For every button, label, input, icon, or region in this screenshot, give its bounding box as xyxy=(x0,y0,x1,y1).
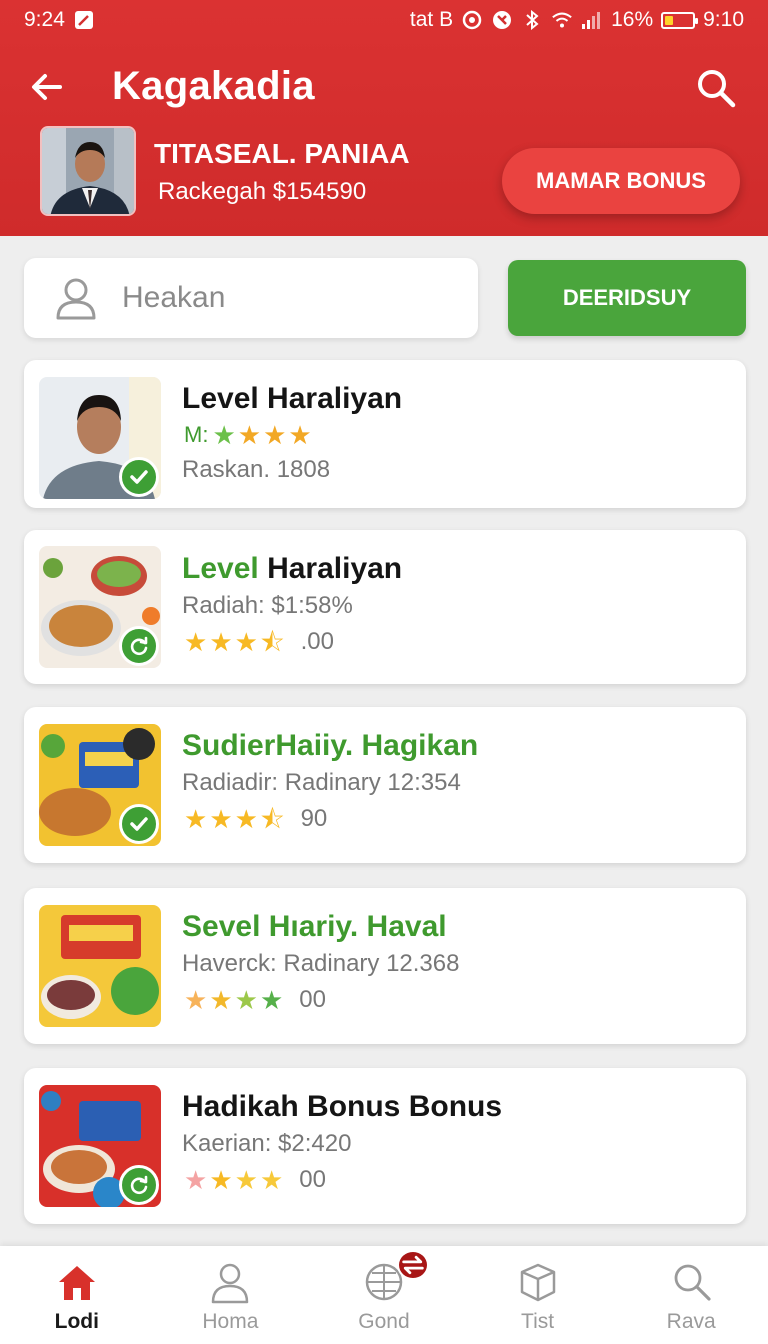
nav-item-lodi[interactable]: Lodi xyxy=(0,1246,154,1344)
item-thumbnail xyxy=(39,377,161,499)
check-icon xyxy=(119,804,159,844)
nav-item-rava[interactable]: Rava xyxy=(614,1246,768,1344)
check-icon xyxy=(119,457,159,497)
star-icon: ★ xyxy=(209,1165,233,1195)
battery-icon xyxy=(661,11,699,29)
search-input[interactable] xyxy=(122,281,442,315)
nav-label: Tist xyxy=(521,1310,555,1333)
rating-prefix: M: xyxy=(184,422,209,447)
nav-item-tist[interactable]: Tist xyxy=(461,1246,615,1344)
star-half-icon: ⯪ xyxy=(259,804,285,834)
star-icon: ★ xyxy=(263,420,287,450)
item-detail: Radiah: $1:58% xyxy=(182,592,353,619)
item-thumbnail xyxy=(39,1085,161,1207)
star-icon: ★ xyxy=(209,804,233,834)
star-icon: ★ xyxy=(288,420,312,450)
page-title: Kagakadia xyxy=(112,64,315,108)
item-thumbnail xyxy=(39,546,161,668)
star-icon: ★ xyxy=(234,627,258,657)
star-icon: ★ xyxy=(184,1165,208,1195)
edit-icon xyxy=(73,9,95,31)
header: 9:24 tat B 16% 9:10 Kagakadia TITASEAL. … xyxy=(0,0,768,236)
star-icon: ★ xyxy=(234,804,258,834)
carrier-label: tat B xyxy=(409,8,454,31)
rating-stars: ★ ★ ★ ★ 00 xyxy=(184,1166,326,1194)
status-bar: 9:24 tat B 16% 9:10 xyxy=(0,0,768,40)
nav-item-homa[interactable]: Homa xyxy=(154,1246,308,1344)
home-icon xyxy=(58,1266,95,1300)
signal-icon xyxy=(581,9,603,31)
search-icon xyxy=(674,1264,711,1301)
person-icon xyxy=(212,1263,249,1304)
list-item[interactable]: Level Haraliyan Radiah: $1:58% ★ ★ ★ ⯪ .… xyxy=(24,530,746,684)
item-thumbnail xyxy=(39,905,161,1027)
search-bar xyxy=(24,258,478,338)
item-title: Level Haraliyan xyxy=(182,382,403,415)
rating-value: .00 xyxy=(300,628,334,655)
box-icon xyxy=(520,1263,555,1302)
star-icon: ★ xyxy=(209,985,233,1015)
item-title: Level Haraliyan xyxy=(182,552,403,585)
bluetooth-icon xyxy=(521,9,543,31)
user-name: TITASEAL. PANIAA xyxy=(154,138,410,169)
rating-value: 00 xyxy=(299,986,326,1013)
rating-value: 00 xyxy=(299,1166,326,1193)
star-icon: ★ xyxy=(234,985,258,1015)
sync-icon xyxy=(461,9,483,31)
rating-value: 90 xyxy=(300,805,328,832)
item-title: Hadikah Bonus Bonus xyxy=(182,1090,503,1123)
item-detail: Kaerian: $2:420 xyxy=(182,1130,352,1157)
star-icon: ★ xyxy=(237,420,262,450)
star-icon: ★ xyxy=(184,804,208,834)
nav-label: Gond xyxy=(358,1310,410,1333)
status-time: 9:24 xyxy=(24,8,65,31)
item-detail: Radiadir: Radinary 12:354 xyxy=(182,769,461,796)
star-icon: ★ xyxy=(259,1165,284,1195)
rating-stars: ★ ★ ★ ⯪ .00 xyxy=(184,628,334,656)
bottom-nav: Lodi Homa Gond Tist Rava xyxy=(0,1246,768,1344)
person-icon xyxy=(56,278,96,320)
nav-item-gond[interactable]: Gond xyxy=(307,1246,461,1344)
submit-button[interactable]: DEERIDSUY xyxy=(508,260,746,336)
arrow-left-icon[interactable] xyxy=(26,66,68,108)
list-item[interactable]: Level Haraliyan M: ★ ★ ★ ★ Raskan. 1808 xyxy=(24,360,746,508)
status-clock: 9:10 xyxy=(703,8,744,31)
battery-percent: 16% xyxy=(611,8,654,31)
nav-label: Rava xyxy=(666,1310,716,1333)
wifi-icon xyxy=(551,9,573,31)
list-item[interactable]: Sevel Hıariy. Haval Haverck: Radinary 12… xyxy=(24,888,746,1044)
refresh-icon xyxy=(119,626,159,666)
item-title: SudierHaiiy. Hagikan xyxy=(182,729,479,762)
item-detail: Raskan. 1808 xyxy=(182,456,331,483)
item-detail: Haverck: Radinary 12.368 xyxy=(182,950,460,977)
notification-badge xyxy=(397,1250,430,1280)
item-title: Sevel Hıariy. Haval xyxy=(182,910,447,943)
nav-label: Lodi xyxy=(54,1310,99,1333)
star-icon: ★ xyxy=(184,627,208,657)
rating-stars: M: ★ ★ ★ ★ xyxy=(184,422,312,448)
star-icon: ★ xyxy=(209,627,233,657)
list-item[interactable]: SudierHaiiy. Hagikan Radiadir: Radinary … xyxy=(24,707,746,863)
star-icon: ★ xyxy=(184,985,208,1015)
bonus-button[interactable]: MAMAR BONUS xyxy=(502,148,740,214)
star-icon: ★ xyxy=(212,420,236,450)
rating-stars: ★ ★ ★ ★ 00 xyxy=(184,986,326,1014)
star-icon: ★ xyxy=(259,985,284,1015)
location-icon xyxy=(491,9,513,31)
item-thumbnail xyxy=(39,724,161,846)
list-item[interactable]: Hadikah Bonus Bonus Kaerian: $2:420 ★ ★ … xyxy=(24,1068,746,1224)
star-half-icon: ⯪ xyxy=(259,627,285,657)
nav-label: Homa xyxy=(202,1310,259,1333)
search-icon[interactable] xyxy=(694,66,738,110)
avatar[interactable] xyxy=(40,126,136,216)
app-bar: Kagakadia xyxy=(0,52,768,122)
star-icon: ★ xyxy=(234,1165,258,1195)
refresh-icon xyxy=(119,1165,159,1205)
user-balance: Rackegah $154590 xyxy=(158,178,367,205)
rating-stars: ★ ★ ★ ⯪ 90 xyxy=(184,805,327,833)
